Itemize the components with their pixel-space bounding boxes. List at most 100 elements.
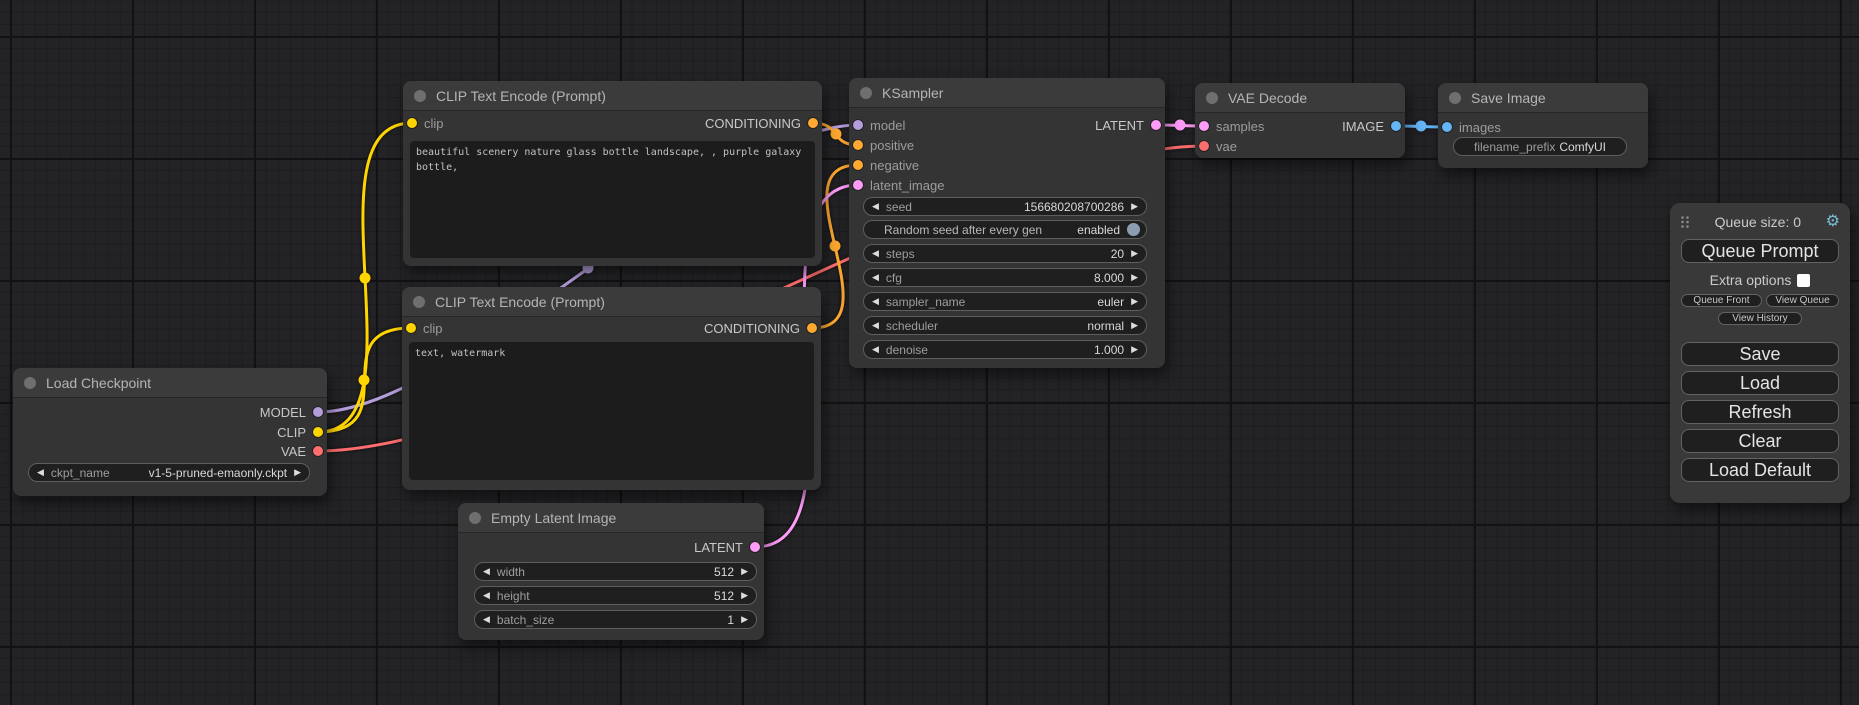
link-midpoint-dot[interactable]	[831, 129, 842, 140]
link-midpoint-dot[interactable]	[360, 273, 371, 284]
load-button[interactable]: Load	[1681, 371, 1839, 395]
refresh-button[interactable]: Refresh	[1681, 400, 1839, 424]
link-midpoint-dot[interactable]	[830, 241, 841, 252]
node-clip-text-encode-positive[interactable]: CLIP Text Encode (Prompt) clip CONDITION…	[403, 81, 822, 266]
widget-value: euler	[1097, 295, 1124, 309]
random-seed-toggle-widget[interactable]: Random seed after every gen enabled	[863, 220, 1147, 239]
output-slot-vae[interactable]	[313, 446, 323, 456]
input-slot-positive[interactable]	[853, 140, 863, 150]
output-label: IMAGE	[1342, 119, 1384, 134]
denoise-widget[interactable]: ◀ denoise 1.000 ▶	[863, 340, 1147, 359]
batch-size-widget[interactable]: ◀ batch_size 1 ▶	[474, 610, 757, 629]
collapse-dot-icon[interactable]	[860, 87, 872, 99]
decrement-arrow-icon[interactable]: ◀	[483, 615, 490, 624]
sampler-name-widget[interactable]: ◀ sampler_name euler ▶	[863, 292, 1147, 311]
prompt-textarea[interactable]: beautiful scenery nature glass bottle la…	[410, 141, 815, 258]
decrement-arrow-icon[interactable]: ◀	[483, 567, 490, 576]
link-midpoint-dot[interactable]	[1175, 120, 1186, 131]
input-slot-negative[interactable]	[853, 160, 863, 170]
decrement-arrow-icon[interactable]: ◀	[37, 468, 44, 477]
node-graph-canvas[interactable]: Load Checkpoint MODEL CLIP VAE ◀ ckpt_na…	[0, 0, 1859, 705]
view-history-button[interactable]: View History	[1718, 312, 1802, 325]
decrement-arrow-icon[interactable]: ◀	[872, 345, 879, 354]
output-slot-model[interactable]	[313, 407, 323, 417]
input-slot-images[interactable]	[1442, 122, 1452, 132]
decrement-arrow-icon[interactable]: ◀	[872, 249, 879, 258]
increment-arrow-icon[interactable]: ▶	[1131, 202, 1138, 211]
node-title-bar[interactable]: Save Image	[1438, 83, 1648, 113]
node-empty-latent-image[interactable]: Empty Latent Image LATENT ◀ width 512 ▶ …	[458, 503, 764, 640]
increment-arrow-icon[interactable]: ▶	[1131, 249, 1138, 258]
decrement-arrow-icon[interactable]: ◀	[872, 202, 879, 211]
settings-gear-icon[interactable]: ⚙	[1826, 214, 1840, 230]
extra-options-checkbox[interactable]	[1797, 274, 1810, 287]
queue-front-button[interactable]: Queue Front	[1681, 294, 1762, 307]
output-slot-conditioning[interactable]	[807, 323, 817, 333]
view-queue-button[interactable]: View Queue	[1766, 294, 1839, 307]
load-default-button[interactable]: Load Default	[1681, 458, 1839, 482]
save-button[interactable]: Save	[1681, 342, 1839, 366]
input-slot-clip[interactable]	[407, 118, 417, 128]
node-title-bar[interactable]: CLIP Text Encode (Prompt)	[403, 81, 822, 111]
node-title-bar[interactable]: KSampler	[849, 78, 1165, 108]
input-slot-samples[interactable]	[1199, 121, 1209, 131]
clear-button[interactable]: Clear	[1681, 429, 1839, 453]
input-label: clip	[424, 116, 444, 131]
output-slot-row: CLIP	[13, 422, 327, 442]
ckpt-name-widget[interactable]: ◀ ckpt_name v1-5-pruned-emaonly.ckpt ▶	[28, 463, 310, 482]
node-load-checkpoint[interactable]: Load Checkpoint MODEL CLIP VAE ◀ ckpt_na…	[13, 368, 327, 496]
width-widget[interactable]: ◀ width 512 ▶	[474, 562, 757, 581]
node-title-bar[interactable]: CLIP Text Encode (Prompt)	[402, 287, 821, 317]
increment-arrow-icon[interactable]: ▶	[741, 567, 748, 576]
increment-arrow-icon[interactable]: ▶	[294, 468, 301, 477]
collapse-dot-icon[interactable]	[414, 90, 426, 102]
increment-arrow-icon[interactable]: ▶	[1131, 273, 1138, 282]
node-title-bar[interactable]: Load Checkpoint	[13, 368, 327, 398]
drag-handle-icon[interactable]	[1680, 215, 1690, 229]
decrement-arrow-icon[interactable]: ◀	[872, 321, 879, 330]
widget-label: denoise	[886, 343, 928, 357]
input-slot-vae[interactable]	[1199, 141, 1209, 151]
output-slot-conditioning[interactable]	[808, 118, 818, 128]
increment-arrow-icon[interactable]: ▶	[741, 591, 748, 600]
output-slot-latent[interactable]	[750, 542, 760, 552]
input-slot-model[interactable]	[853, 120, 863, 130]
output-slot-image[interactable]	[1391, 121, 1401, 131]
steps-widget[interactable]: ◀ steps 20 ▶	[863, 244, 1147, 263]
slot-row: model LATENT	[849, 115, 1165, 135]
node-ksampler[interactable]: KSampler model LATENT positive negative …	[849, 78, 1165, 368]
collapse-dot-icon[interactable]	[24, 377, 36, 389]
link-midpoint-dot[interactable]	[359, 375, 370, 386]
node-title-bar[interactable]: VAE Decode	[1195, 83, 1405, 113]
increment-arrow-icon[interactable]: ▶	[1131, 321, 1138, 330]
decrement-arrow-icon[interactable]: ◀	[872, 297, 879, 306]
scheduler-widget[interactable]: ◀ scheduler normal ▶	[863, 316, 1147, 335]
collapse-dot-icon[interactable]	[1449, 92, 1461, 104]
filename-prefix-widget[interactable]: filename_prefix ComfyUI	[1453, 137, 1627, 156]
queue-prompt-button[interactable]: Queue Prompt	[1681, 239, 1839, 263]
collapse-dot-icon[interactable]	[1206, 92, 1218, 104]
collapse-dot-icon[interactable]	[469, 512, 481, 524]
node-save-image[interactable]: Save Image images filename_prefix ComfyU…	[1438, 83, 1648, 168]
input-slot-clip[interactable]	[406, 323, 416, 333]
increment-arrow-icon[interactable]: ▶	[1131, 345, 1138, 354]
input-slot-latent-image[interactable]	[853, 180, 863, 190]
decrement-arrow-icon[interactable]: ◀	[483, 591, 490, 600]
node-clip-text-encode-negative[interactable]: CLIP Text Encode (Prompt) clip CONDITION…	[402, 287, 821, 490]
widget-value: 156680208700286	[1024, 200, 1124, 214]
height-widget[interactable]: ◀ height 512 ▶	[474, 586, 757, 605]
output-slot-latent[interactable]	[1151, 120, 1161, 130]
decrement-arrow-icon[interactable]: ◀	[872, 273, 879, 282]
cfg-widget[interactable]: ◀ cfg 8.000 ▶	[863, 268, 1147, 287]
increment-arrow-icon[interactable]: ▶	[1131, 297, 1138, 306]
increment-arrow-icon[interactable]: ▶	[741, 615, 748, 624]
prompt-textarea[interactable]: text, watermark	[409, 342, 814, 480]
node-title-bar[interactable]: Empty Latent Image	[458, 503, 764, 533]
slot-row: samples IMAGE	[1195, 116, 1405, 136]
output-slot-clip[interactable]	[313, 427, 323, 437]
link-midpoint-dot[interactable]	[1416, 121, 1427, 132]
seed-widget[interactable]: ◀ seed 156680208700286 ▶	[863, 197, 1147, 216]
collapse-dot-icon[interactable]	[413, 296, 425, 308]
node-vae-decode[interactable]: VAE Decode samples IMAGE vae	[1195, 83, 1405, 158]
toggle-dot-icon[interactable]	[1127, 223, 1140, 236]
